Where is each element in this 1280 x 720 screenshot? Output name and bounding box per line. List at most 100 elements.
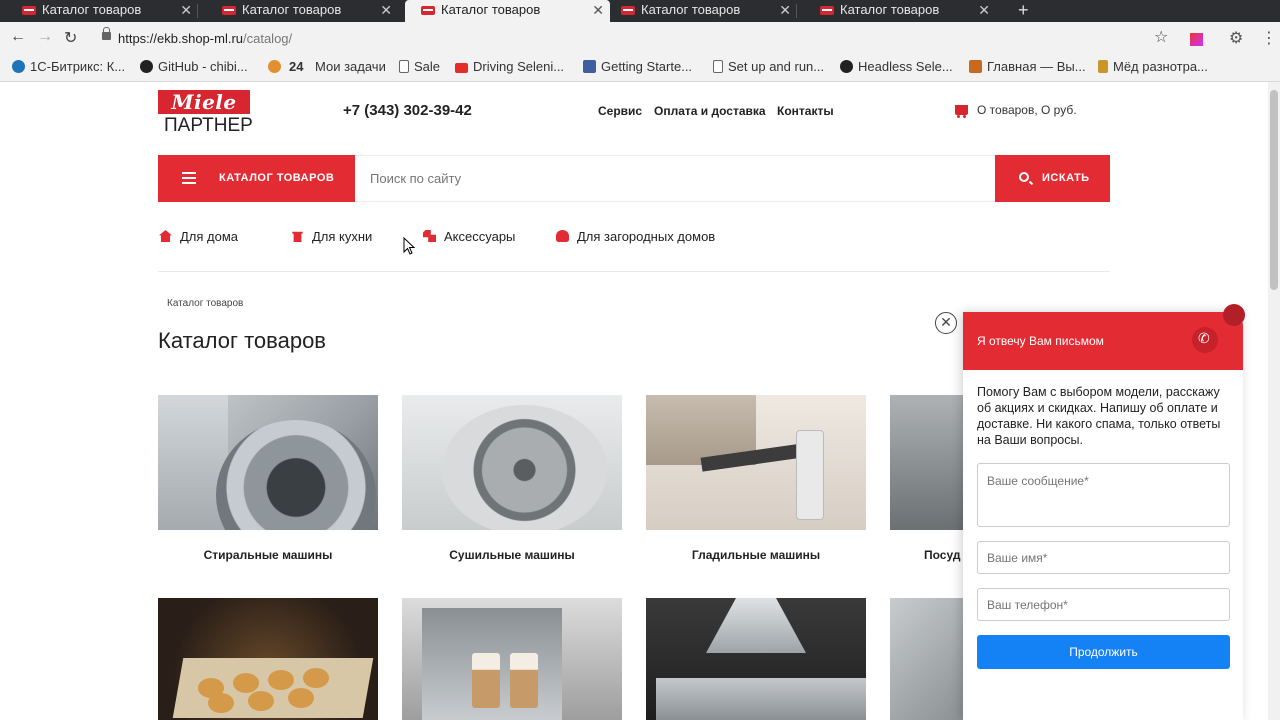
- search-icon: [1019, 172, 1029, 182]
- logo-brand: Miele: [158, 90, 250, 114]
- close-tab-icon[interactable]: ✕: [779, 0, 791, 20]
- cart-summary[interactable]: О товаров, О руб.: [955, 103, 1077, 118]
- washer-image: [158, 395, 378, 530]
- logo-subtitle: ПАРТНЕР: [164, 115, 253, 136]
- catalog-menu-button[interactable]: КАТАЛОГ ТОВАРОВ: [158, 155, 355, 202]
- close-tab-icon[interactable]: ✕: [380, 0, 392, 20]
- extension-icon[interactable]: [1190, 33, 1203, 46]
- scrollbar-thumb[interactable]: [1270, 90, 1278, 290]
- hamburger-icon: [182, 172, 196, 174]
- forward-arrow-icon[interactable]: →: [37, 28, 53, 46]
- bookmark-item[interactable]: Мёд разнотра...: [1098, 59, 1208, 74]
- reload-icon[interactable]: ↻: [64, 28, 77, 48]
- bookmark-star-icon[interactable]: ☆: [1154, 27, 1168, 47]
- continue-button[interactable]: Продолжить: [977, 635, 1230, 669]
- close-tab-icon[interactable]: ✕: [180, 0, 192, 20]
- dryer-image: [402, 395, 622, 530]
- popup-description: Помогу Вам с выбором модели, расскажу об…: [977, 385, 1221, 447]
- bookmark-item[interactable]: Getting Starte...: [583, 59, 692, 74]
- oven-image: [158, 598, 378, 720]
- miele-favicon-icon: [22, 6, 36, 15]
- browser-tab[interactable]: Каталог товаров ✕: [0, 0, 198, 22]
- pot-icon: [292, 231, 303, 242]
- home-icon: [159, 230, 172, 242]
- subnav-kitchen-link[interactable]: Для кухни: [291, 229, 372, 244]
- catalog-card-washers[interactable]: Стиральные машины: [158, 395, 378, 562]
- nav-contacts-link[interactable]: Контакты: [777, 104, 834, 118]
- bookmark-item[interactable]: 1С-Битрикс: К...: [12, 59, 125, 74]
- bookmark-item[interactable]: Set up and run...: [713, 59, 824, 74]
- catalog-card-title: Гладильные машины: [691, 548, 821, 562]
- lock-icon: [102, 27, 111, 40]
- browser-tab-active[interactable]: Каталог товаров ✕: [405, 0, 610, 22]
- miele-favicon-icon: [222, 6, 236, 15]
- back-arrow-icon[interactable]: ←: [10, 28, 26, 46]
- nav-payment-delivery-link[interactable]: Оплата и доставка: [654, 104, 766, 118]
- subnav-label: Для дома: [180, 229, 239, 244]
- tab-label: Каталог товаров: [441, 2, 541, 17]
- bookmark-label: Getting Starte...: [601, 59, 693, 74]
- site-search-input[interactable]: [355, 155, 995, 202]
- bookmark-item[interactable]: Headless Sele...: [840, 59, 953, 74]
- bookmark-label: Главная — Вы...: [987, 59, 1086, 74]
- tab-label: Каталог товаров: [42, 2, 142, 17]
- bookmark-item[interactable]: 24: [268, 59, 303, 74]
- name-field[interactable]: [977, 541, 1230, 574]
- extension-puzzle-icon[interactable]: ⚙: [1229, 28, 1243, 48]
- header-phone[interactable]: +7 (343) 302-39-42: [343, 102, 472, 119]
- new-tab-button[interactable]: +: [1018, 0, 1029, 20]
- burger-icon: [268, 60, 281, 73]
- bookmark-label: 1С-Битрикс: К...: [30, 59, 126, 74]
- popup-corner-decoration: [1223, 304, 1245, 326]
- bookmark-label: Driving Seleni...: [473, 59, 565, 74]
- search-button[interactable]: ИСКАТЬ: [995, 155, 1110, 202]
- bookmark-item[interactable]: Мои задачи: [315, 59, 386, 74]
- coffee-machine-image: [402, 598, 622, 720]
- url-field[interactable]: https://ekb.shop-ml.ru/catalog/: [96, 26, 1181, 52]
- subnav-home-link[interactable]: Для дома: [159, 229, 238, 244]
- subnav-country-houses-link[interactable]: Для загородных домов: [556, 229, 715, 244]
- browser-tab[interactable]: Каталог товаров ✕: [599, 0, 797, 22]
- browser-menu-icon[interactable]: ⋮: [1261, 28, 1277, 48]
- breadcrumb[interactable]: Каталог товаров: [167, 298, 243, 309]
- browser-tab-bar: Каталог товаров ✕ Каталог товаров ✕ Катало…: [0, 0, 1280, 22]
- url-host: https://ekb.shop-ml.ru: [118, 31, 243, 46]
- cart-icon: [955, 105, 968, 118]
- cart-text: О товаров, О руб.: [977, 103, 1077, 117]
- divider: [158, 271, 1110, 272]
- bookmark-item[interactable]: Driving Seleni...: [455, 59, 564, 74]
- catalog-card-coffee[interactable]: [402, 598, 622, 720]
- subnav-label: Для загородных домов: [577, 229, 716, 244]
- browser-tab[interactable]: Каталог товаров ✕: [798, 0, 996, 22]
- mouse-cursor-icon: [403, 237, 415, 255]
- bookmark-label: Мои задачи: [315, 59, 386, 74]
- message-field[interactable]: [977, 463, 1230, 527]
- bookmark-item[interactable]: Sale: [399, 59, 440, 74]
- nav-service-link[interactable]: Сервис: [598, 104, 642, 118]
- bookmark-label: Мёд разнотра...: [1113, 59, 1208, 74]
- catalog-card-ironers[interactable]: Гладильные машины: [646, 395, 866, 562]
- catalog-card-dryers[interactable]: Сушильные машины: [402, 395, 622, 562]
- bookmark-item[interactable]: GitHub - chibi...: [140, 59, 248, 74]
- close-tab-icon[interactable]: ✕: [978, 0, 990, 20]
- doc-icon: [583, 60, 596, 73]
- browser-tab[interactable]: Каталог товаров ✕: [200, 0, 398, 22]
- phone-icon[interactable]: [1192, 327, 1218, 353]
- url-path: /catalog/: [243, 31, 293, 46]
- popup-close-button[interactable]: ✕: [935, 312, 957, 334]
- catalog-menu-label: КАТАЛОГ ТОВАРОВ: [219, 172, 335, 184]
- phone-field[interactable]: [977, 588, 1230, 621]
- bookmark-label: GitHub - chibi...: [158, 59, 248, 74]
- contact-popup: Я отвечу Вам письмом Помогу Вам с выборо…: [963, 304, 1245, 720]
- popup-header: Я отвечу Вам письмом: [963, 312, 1243, 370]
- subnav-label: Аксессуары: [444, 229, 516, 244]
- miele-favicon-icon: [621, 6, 635, 15]
- site-logo[interactable]: Miele ПАРТНЕР: [158, 90, 253, 137]
- honey-icon: [1098, 60, 1108, 73]
- catalog-card-ovens[interactable]: [158, 598, 378, 720]
- catalog-card-cooking[interactable]: [646, 598, 866, 720]
- range-hood-image: [646, 598, 866, 720]
- close-icon: ✕: [940, 314, 952, 330]
- bookmark-item[interactable]: Главная — Вы...: [969, 59, 1086, 74]
- subnav-accessories-link[interactable]: Аксессуары: [423, 229, 515, 244]
